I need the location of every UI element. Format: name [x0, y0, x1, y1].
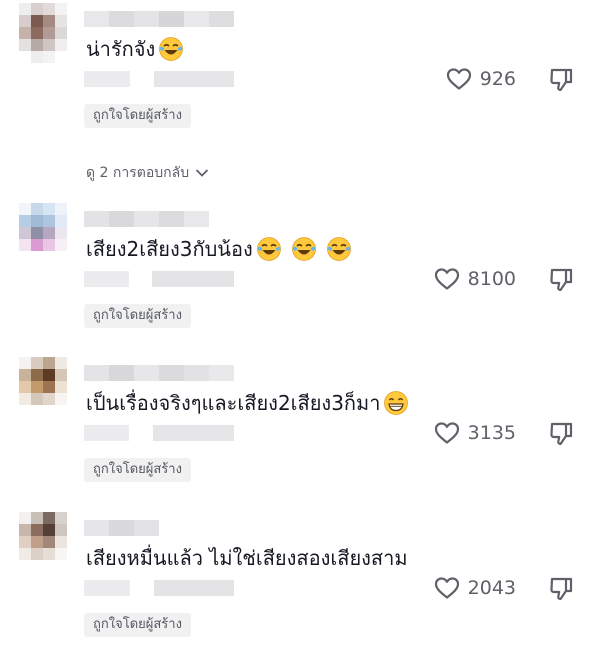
- creator-liked-badge: ถูกใจโดยผู้สร้าง: [84, 458, 191, 482]
- tears-of-joy-emoji: [291, 237, 316, 261]
- comment-item: น่ารักจัง 926 ถูกใจโดยผู้สร้าง ดู 2 การต…: [0, 3, 600, 183]
- avatar[interactable]: [19, 203, 67, 263]
- like-button[interactable]: 2043: [434, 576, 516, 600]
- like-button[interactable]: 926: [446, 67, 516, 91]
- username-blurred[interactable]: [84, 365, 234, 381]
- heart-icon: [434, 577, 459, 599]
- like-button[interactable]: 3135: [434, 421, 516, 445]
- tears-of-joy-emoji: [159, 37, 184, 61]
- like-count: 926: [479, 68, 516, 90]
- username-blurred[interactable]: [84, 211, 234, 227]
- avatar[interactable]: [19, 357, 67, 417]
- like-button[interactable]: 8100: [434, 267, 516, 291]
- comment-item: เป็นเรื่องจริงๆและเสียง2เสียง3ก็มา 3135 …: [0, 357, 600, 497]
- view-replies-button[interactable]: ดู 2 การตอบกลับ: [86, 162, 209, 184]
- view-replies-label: ดู 2 การตอบกลับ: [86, 165, 190, 181]
- grinning-emoji: [384, 391, 409, 415]
- creator-liked-badge: ถูกใจโดยผู้สร้าง: [84, 104, 191, 128]
- username-blurred[interactable]: [84, 11, 234, 27]
- timestamp-blurred: [84, 271, 234, 287]
- avatar[interactable]: [19, 512, 67, 572]
- thumbs-down-icon[interactable]: [548, 67, 574, 93]
- like-count: 2043: [467, 577, 516, 599]
- tears-of-joy-emoji: [256, 237, 281, 261]
- comment-text: เสียงหมื่นแล้ว ไม่ใช่เสียงสองเสียงสาม: [86, 546, 408, 570]
- comment-text: เป็นเรื่องจริงๆและเสียง2เสียง3ก็มา: [86, 389, 409, 417]
- comment-item: เสียง2เสียง3กับน้อง 8100 ถูกใจโดยผู้สร้า…: [0, 203, 600, 343]
- timestamp-blurred: [84, 71, 234, 87]
- username-blurred[interactable]: [84, 520, 234, 536]
- thumbs-down-icon[interactable]: [548, 421, 574, 447]
- timestamp-blurred: [84, 580, 234, 596]
- heart-icon: [434, 422, 459, 444]
- creator-liked-badge: ถูกใจโดยผู้สร้าง: [84, 613, 191, 637]
- heart-icon: [434, 268, 459, 290]
- comment-text: เสียง2เสียง3กับน้อง: [86, 235, 352, 263]
- thumbs-down-icon[interactable]: [548, 267, 574, 293]
- timestamp-blurred: [84, 425, 234, 441]
- comment-item: เสียงหมื่นแล้ว ไม่ใช่เสียงสองเสียงสาม 20…: [0, 512, 600, 652]
- avatar[interactable]: [19, 3, 67, 63]
- heart-icon: [446, 68, 471, 90]
- comment-text: น่ารักจัง: [86, 35, 184, 63]
- like-count: 3135: [467, 422, 516, 444]
- thumbs-down-icon[interactable]: [548, 576, 574, 602]
- creator-liked-badge: ถูกใจโดยผู้สร้าง: [84, 304, 191, 328]
- tears-of-joy-emoji: [326, 237, 351, 261]
- chevron-down-icon: [195, 169, 209, 177]
- like-count: 8100: [467, 268, 516, 290]
